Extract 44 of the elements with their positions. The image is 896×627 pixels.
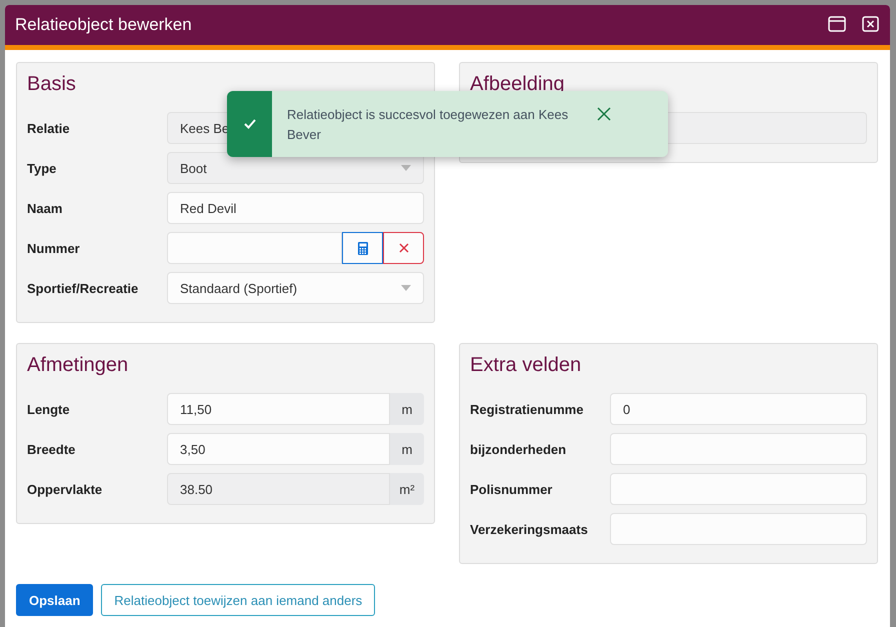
input-field[interactable] xyxy=(610,513,867,545)
field-label: Relatie xyxy=(27,120,71,136)
calculator-button[interactable] xyxy=(342,232,383,264)
card-title: Afmetingen xyxy=(27,354,130,376)
field-label: Verzekeringsmaats xyxy=(470,522,589,536)
unit-addon: m xyxy=(390,433,424,465)
caret-icon xyxy=(401,285,411,291)
field-label: Sportief/Recreatie xyxy=(27,280,140,296)
field-label: Polisnummer xyxy=(470,482,554,496)
field-label: Naam xyxy=(27,200,64,216)
field-label: Nummer xyxy=(27,240,81,256)
close-button[interactable] xyxy=(862,16,880,34)
maximize-button[interactable] xyxy=(828,16,846,34)
toast-message: Relatieobject is succesvol toegewezen aan Kees Bever xyxy=(286,106,570,144)
card-title: Afbeelding xyxy=(470,73,566,95)
card-title: Basis xyxy=(27,73,77,95)
input-field[interactable]: 0 xyxy=(610,393,867,425)
field-label: Lengte xyxy=(27,402,71,416)
field-label: Registratienumme xyxy=(470,402,584,416)
maximize-icon xyxy=(828,16,846,32)
input-field[interactable]: 3,50 xyxy=(167,433,390,465)
calculator-icon xyxy=(358,242,368,254)
clear-button[interactable] xyxy=(383,232,424,264)
field-label: Type xyxy=(27,160,58,176)
window-title: Relatieobject bewerken xyxy=(15,15,193,35)
input-field[interactable] xyxy=(167,232,342,264)
unit-addon: m² xyxy=(390,473,424,505)
select-field[interactable]: Standaard (Sportief) xyxy=(167,272,424,304)
unit-addon: m xyxy=(390,393,424,425)
field-label: Oppervlakte xyxy=(27,482,104,496)
save-button[interactable]: Opslaan xyxy=(16,584,94,616)
reassign-button[interactable]: Relatieobject toewijzen aan iemand anders xyxy=(101,584,376,616)
field-label: Breedte xyxy=(27,442,76,456)
field-label: bijzonderheden xyxy=(470,442,568,456)
caret-icon xyxy=(401,165,411,171)
input-field[interactable]: Red Devil xyxy=(167,192,424,224)
close-icon xyxy=(597,107,611,121)
check-icon xyxy=(244,119,256,129)
input-field[interactable] xyxy=(610,473,867,505)
input-field[interactable] xyxy=(610,433,867,465)
input-field[interactable]: 11,50 xyxy=(167,393,390,425)
card-title: Extra velden xyxy=(470,354,582,376)
close-icon xyxy=(862,16,879,32)
close-icon xyxy=(398,243,408,253)
